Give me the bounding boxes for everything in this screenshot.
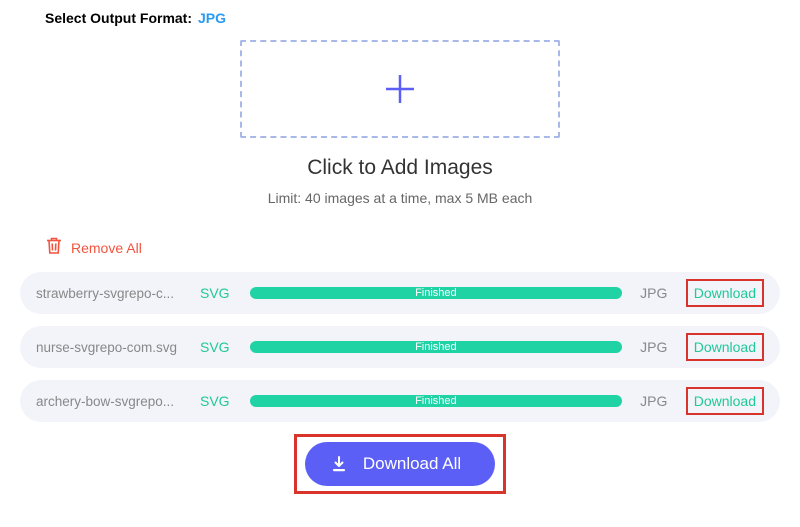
- trash-icon: [45, 236, 63, 260]
- output-format-label: Select Output Format:: [45, 10, 192, 26]
- download-button[interactable]: Download: [686, 279, 764, 307]
- download-all-label: Download All: [363, 454, 461, 474]
- add-images-title: Click to Add Images: [20, 156, 780, 180]
- file-name: nurse-svgrepo-com.svg: [36, 340, 186, 355]
- progress-status: Finished: [415, 341, 457, 353]
- file-name: strawberry-svgrepo-c...: [36, 286, 186, 301]
- plus-icon: [380, 69, 420, 109]
- remove-all-label: Remove All: [71, 240, 142, 256]
- progress-bar: Finished: [250, 338, 622, 356]
- download-icon: [331, 456, 347, 472]
- remove-all-button[interactable]: Remove All: [45, 236, 780, 260]
- file-source-format: SVG: [200, 285, 236, 301]
- file-source-format: SVG: [200, 393, 236, 409]
- file-name: archery-bow-svgrepo...: [36, 394, 186, 409]
- file-target-format: JPG: [636, 285, 672, 301]
- progress-bar: Finished: [250, 392, 622, 410]
- progress-bar: Finished: [250, 284, 622, 302]
- download-all-button[interactable]: Download All: [305, 442, 495, 486]
- progress-status: Finished: [415, 287, 457, 299]
- download-button[interactable]: Download: [686, 333, 764, 361]
- file-target-format: JPG: [636, 339, 672, 355]
- file-row: strawberry-svgrepo-c... SVG Finished JPG…: [20, 272, 780, 314]
- download-button[interactable]: Download: [686, 387, 764, 415]
- output-format-value[interactable]: JPG: [198, 10, 226, 26]
- download-all-highlight: Download All: [294, 434, 506, 494]
- progress-status: Finished: [415, 395, 457, 407]
- file-target-format: JPG: [636, 393, 672, 409]
- add-images-dropzone[interactable]: [240, 40, 560, 138]
- file-row: archery-bow-svgrepo... SVG Finished JPG …: [20, 380, 780, 422]
- limit-text: Limit: 40 images at a time, max 5 MB eac…: [20, 190, 780, 206]
- file-list: strawberry-svgrepo-c... SVG Finished JPG…: [20, 272, 780, 422]
- file-source-format: SVG: [200, 339, 236, 355]
- file-row: nurse-svgrepo-com.svg SVG Finished JPG D…: [20, 326, 780, 368]
